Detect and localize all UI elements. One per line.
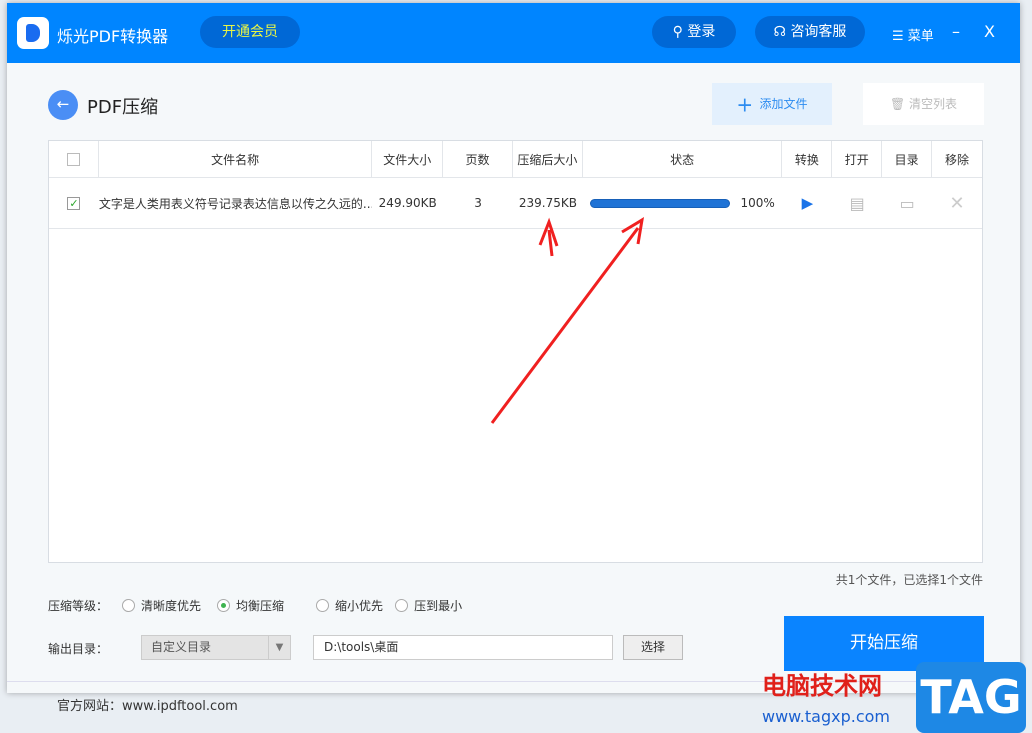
arrow-to-size — [538, 217, 559, 257]
watermark-logo: 电脑技术网 www.tagxp.com TAG — [757, 662, 1032, 733]
arrow-to-status — [490, 217, 645, 424]
annotation-arrows — [490, 217, 645, 424]
